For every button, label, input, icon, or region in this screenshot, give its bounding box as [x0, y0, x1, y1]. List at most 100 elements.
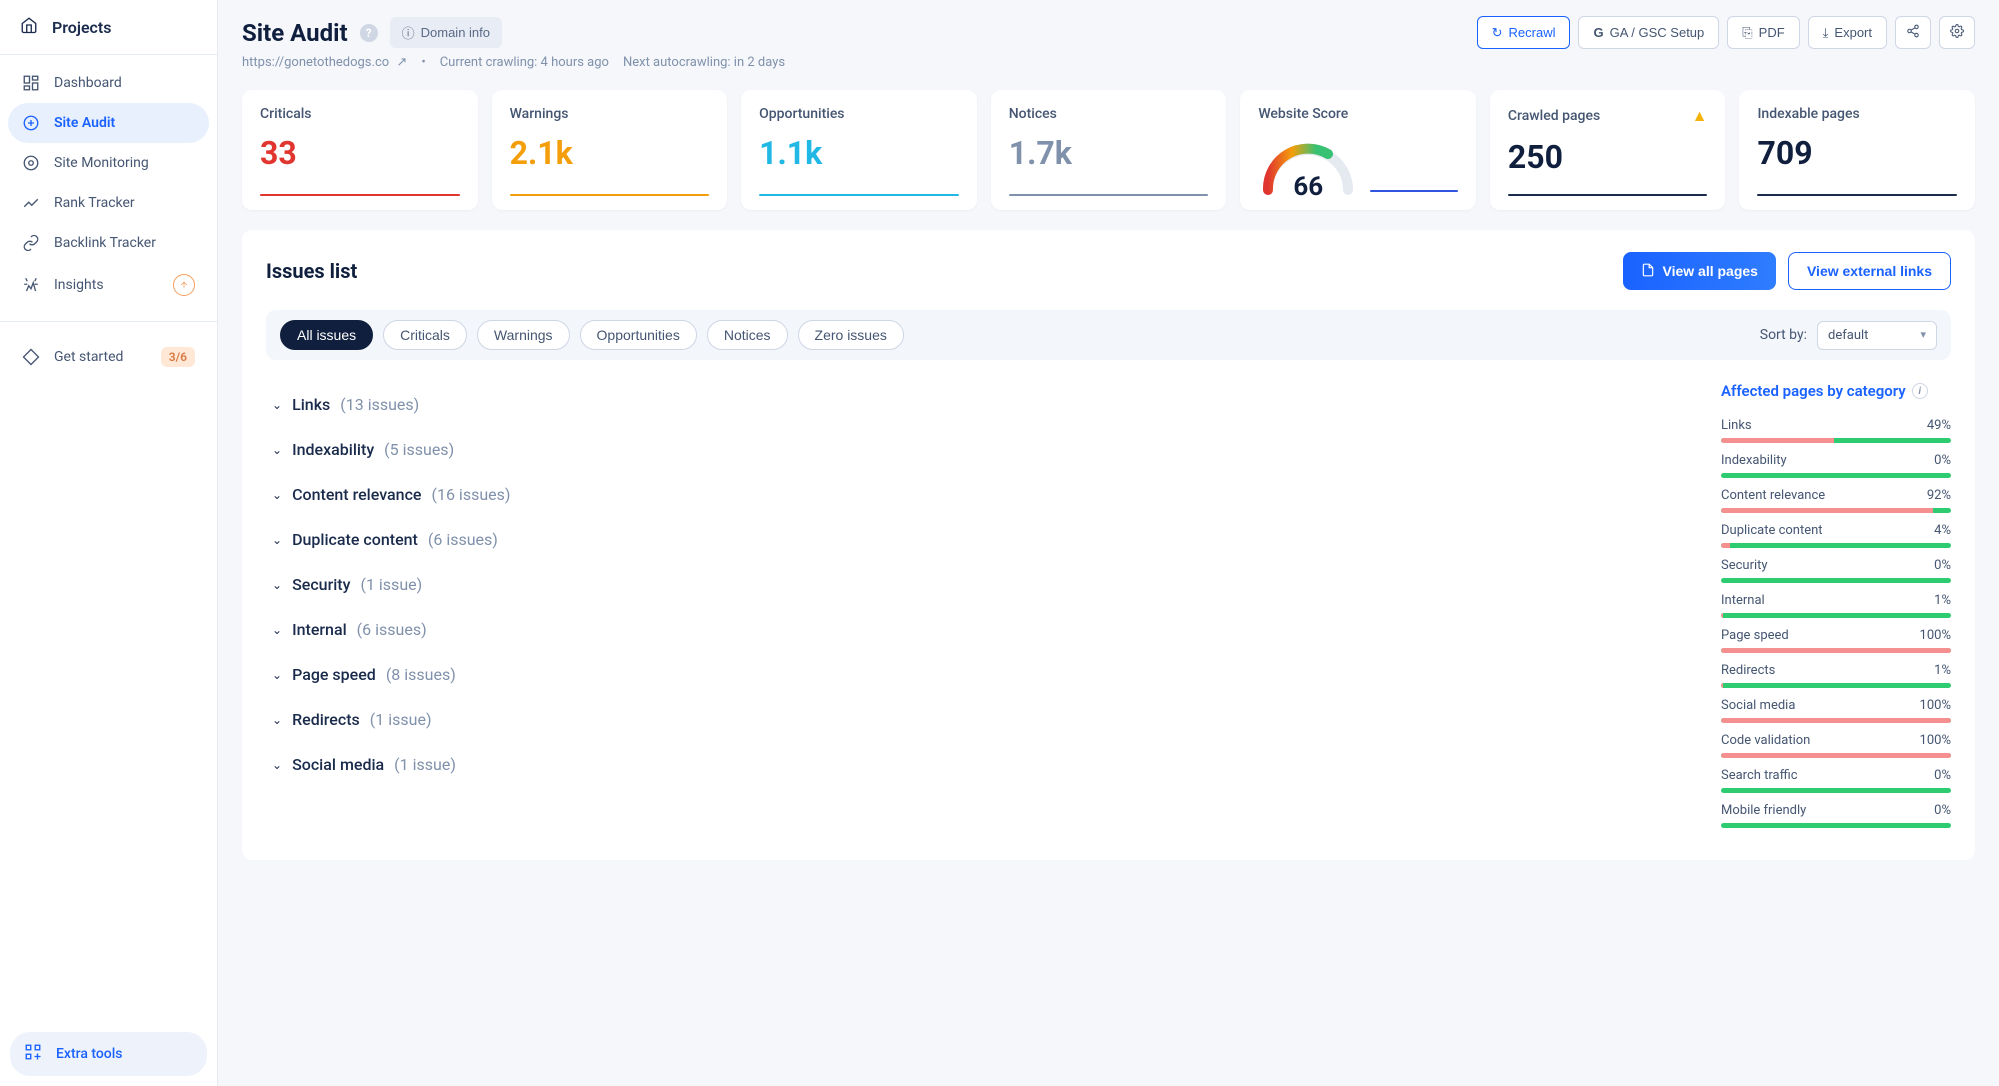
- category-row[interactable]: Page speed 100%: [1721, 628, 1951, 653]
- score-gauge: 66: [1258, 140, 1358, 196]
- category-row[interactable]: Social media 100%: [1721, 698, 1951, 723]
- domain-url[interactable]: https://gonetothedogs.co ↗: [242, 55, 407, 70]
- page-header: Site Audit ? ⓘ Domain info ↻ Recrawl G G…: [242, 16, 1975, 49]
- pdf-button[interactable]: ⎘ PDF: [1727, 16, 1799, 49]
- sidebar-item-label: Get started: [54, 349, 123, 365]
- view-all-pages-button[interactable]: View all pages: [1623, 252, 1776, 290]
- sidebar-item-rank-tracker[interactable]: Rank Tracker: [8, 183, 209, 223]
- filter-zero-issues[interactable]: Zero issues: [798, 320, 904, 350]
- stat-warnings[interactable]: Warnings 2.1k: [492, 90, 728, 210]
- filter-criticals[interactable]: Criticals: [383, 320, 467, 350]
- issue-group-row[interactable]: ⌄ Security (1 issue): [266, 562, 1681, 607]
- issue-group-row[interactable]: ⌄ Content relevance (16 issues): [266, 472, 1681, 517]
- issue-group-name: Duplicate content: [292, 530, 418, 549]
- domain-info-button[interactable]: ⓘ Domain info: [390, 17, 502, 48]
- issue-group-name: Links: [292, 395, 330, 414]
- audit-icon: [22, 114, 40, 132]
- stat-website-score[interactable]: Website Score 66: [1240, 90, 1476, 210]
- stat-label: Notices: [1009, 106, 1209, 122]
- projects-label: Projects: [52, 18, 112, 37]
- sidebar-item-label: Rank Tracker: [54, 195, 135, 211]
- main-content: Site Audit ? ⓘ Domain info ↻ Recrawl G G…: [218, 0, 1999, 1086]
- category-row[interactable]: Content relevance 92%: [1721, 488, 1951, 513]
- category-name: Security: [1721, 558, 1768, 573]
- sidebar-item-backlink-tracker[interactable]: Backlink Tracker: [8, 223, 209, 263]
- chevron-down-icon: ⌄: [272, 398, 282, 412]
- sub-info: https://gonetothedogs.co ↗ • Current cra…: [242, 55, 1975, 70]
- stat-criticals[interactable]: Criticals 33: [242, 90, 478, 210]
- monitoring-icon: [22, 154, 40, 172]
- category-list: Links 49% Indexability 0% Content releva…: [1721, 418, 1951, 828]
- sort-select[interactable]: default: [1817, 321, 1937, 350]
- category-row[interactable]: Links 49%: [1721, 418, 1951, 443]
- category-row[interactable]: Internal 1%: [1721, 593, 1951, 618]
- stat-notices[interactable]: Notices 1.7k: [991, 90, 1227, 210]
- category-bar: [1721, 788, 1951, 793]
- category-bar: [1721, 613, 1951, 618]
- category-row[interactable]: Search traffic 0%: [1721, 768, 1951, 793]
- settings-button[interactable]: [1939, 16, 1975, 49]
- category-row[interactable]: Indexability 0%: [1721, 453, 1951, 478]
- sort-controls: Sort by: default: [1760, 321, 1937, 350]
- sidebar-footer: Extra tools: [0, 1022, 217, 1086]
- stat-indexable-pages[interactable]: Indexable pages 709: [1739, 90, 1975, 210]
- category-row[interactable]: Mobile friendly 0%: [1721, 803, 1951, 828]
- category-percent: 0%: [1934, 558, 1951, 573]
- issue-group-row[interactable]: ⌄ Redirects (1 issue): [266, 697, 1681, 742]
- issue-group-row[interactable]: ⌄ Duplicate content (6 issues): [266, 517, 1681, 562]
- category-row[interactable]: Code validation 100%: [1721, 733, 1951, 758]
- sidebar-item-site-audit[interactable]: Site Audit: [8, 103, 209, 143]
- dashboard-icon: [22, 74, 40, 92]
- issue-group-count: (6 issues): [428, 530, 498, 549]
- stat-label: Criticals: [260, 106, 460, 122]
- recrawl-button[interactable]: ↻ Recrawl: [1477, 16, 1571, 49]
- stat-crawled-pages[interactable]: Crawled pages ▲ 250: [1490, 90, 1726, 210]
- issue-group-row[interactable]: ⌄ Links (13 issues): [266, 382, 1681, 427]
- share-button[interactable]: [1895, 16, 1931, 49]
- category-bar-fill: [1721, 543, 1730, 548]
- category-row[interactable]: Security 0%: [1721, 558, 1951, 583]
- sidebar-item-insights[interactable]: Insights: [8, 263, 209, 307]
- affected-pages-title[interactable]: Affected pages by category i: [1721, 382, 1951, 400]
- issue-group-row[interactable]: ⌄ Internal (6 issues): [266, 607, 1681, 652]
- category-percent: 0%: [1934, 803, 1951, 818]
- sidebar-secondary: Get started 3/6: [0, 328, 217, 386]
- issues-panel: Issues list View all pages View external…: [242, 230, 1975, 860]
- extra-tools-button[interactable]: Extra tools: [10, 1032, 207, 1076]
- filter-warnings[interactable]: Warnings: [477, 320, 570, 350]
- view-external-links-button[interactable]: View external links: [1788, 252, 1951, 290]
- sidebar-item-dashboard[interactable]: Dashboard: [8, 63, 209, 103]
- chevron-down-icon: ⌄: [272, 578, 282, 592]
- sidebar-item-get-started[interactable]: Get started 3/6: [8, 336, 209, 378]
- category-bar: [1721, 543, 1951, 548]
- filter-all-issues[interactable]: All issues: [280, 320, 373, 350]
- issue-group-count: (1 issue): [360, 575, 422, 594]
- stat-opportunities[interactable]: Opportunities 1.1k: [741, 90, 977, 210]
- category-name: Social media: [1721, 698, 1795, 713]
- chevron-down-icon: ⌄: [272, 443, 282, 457]
- stat-label: Indexable pages: [1757, 106, 1957, 122]
- category-row[interactable]: Redirects 1%: [1721, 663, 1951, 688]
- pages-icon: [1641, 263, 1655, 280]
- ga-gsc-button[interactable]: G GA / GSC Setup: [1578, 16, 1719, 49]
- stats-row: Criticals 33 Warnings 2.1k Opportunities…: [242, 90, 1975, 210]
- domain-info-label: Domain info: [421, 25, 490, 40]
- filter-opportunities[interactable]: Opportunities: [580, 320, 697, 350]
- category-name: Indexability: [1721, 453, 1787, 468]
- category-name: Links: [1721, 418, 1752, 433]
- stat-label: Warnings: [510, 106, 710, 122]
- issue-group-count: (5 issues): [384, 440, 454, 459]
- sidebar-item-site-monitoring[interactable]: Site Monitoring: [8, 143, 209, 183]
- filter-notices[interactable]: Notices: [707, 320, 788, 350]
- help-icon[interactable]: ?: [360, 24, 378, 42]
- next-crawling-info: Next autocrawling: in 2 days: [623, 55, 785, 70]
- sidebar-projects-header[interactable]: Projects: [0, 0, 217, 55]
- issue-group-row[interactable]: ⌄ Social media (1 issue): [266, 742, 1681, 787]
- warning-icon: ▲: [1692, 106, 1708, 126]
- issue-group-row[interactable]: ⌄ Indexability (5 issues): [266, 427, 1681, 472]
- issue-group-row[interactable]: ⌄ Page speed (8 issues): [266, 652, 1681, 697]
- export-button[interactable]: ⤓ Export: [1808, 16, 1887, 49]
- category-row[interactable]: Duplicate content 4%: [1721, 523, 1951, 548]
- sidebar-item-label: Dashboard: [54, 75, 122, 91]
- reload-icon: ↻: [1492, 25, 1503, 41]
